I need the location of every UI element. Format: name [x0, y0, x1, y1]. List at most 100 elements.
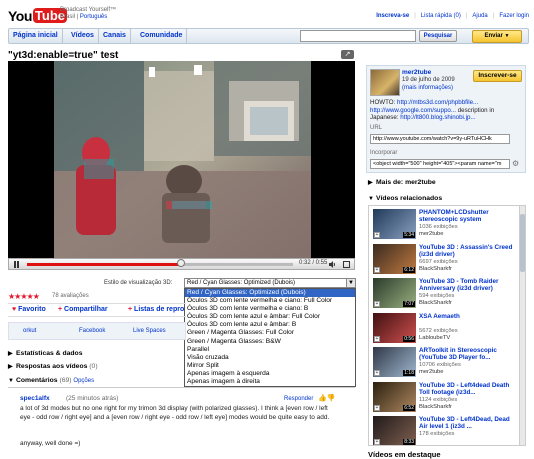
- reply-link[interactable]: Responder: [284, 396, 313, 402]
- scrollbar[interactable]: [519, 206, 525, 445]
- 3d-style-select[interactable]: Red / Cyan Glasses: Optimized (Dubois) ▼: [184, 278, 356, 288]
- dropdown-option[interactable]: Green / Magenta Glasses: B&W: [185, 338, 355, 346]
- desc-link-2[interactable]: http://www.google.com/suppo...: [370, 107, 456, 114]
- desc-link-1[interactable]: http://mtbs3d.com/phpbbfile...: [397, 99, 478, 106]
- progress-bar[interactable]: [27, 263, 293, 266]
- scrollbar-thumb[interactable]: [520, 214, 525, 272]
- chevron-down-icon[interactable]: ▼: [346, 279, 355, 287]
- rating-count: 78 avaliações: [52, 293, 89, 299]
- related-video-item[interactable]: +6:52 YouTube 3D - Left4dead Death Toll f…: [369, 379, 519, 413]
- related-video-item[interactable]: +0:56 XSA Aemaeth 5672 exibições LabloubeTV: [369, 310, 519, 344]
- add-to-quicklist-icon[interactable]: +: [374, 404, 380, 411]
- 3d-style-label: Estilo de visualização 3D:: [104, 280, 173, 286]
- help-link[interactable]: Ajuda: [472, 13, 487, 19]
- comments-section[interactable]: ▼ Comentários (69) Opções: [8, 377, 355, 384]
- related-video-title[interactable]: YouTube 3D - Tomb Raider Anniversary (iz…: [419, 278, 517, 292]
- tab-community[interactable]: Comunidade: [136, 29, 188, 43]
- related-video-item[interactable]: +7:07 YouTube 3D - Tomb Raider Anniversar…: [369, 275, 519, 309]
- gear-icon[interactable]: ⚙: [512, 159, 522, 169]
- related-video-item[interactable]: +1:18 ARToolkit in Stereoscopic (YouTube …: [369, 344, 519, 378]
- related-video-user[interactable]: mer2tube: [419, 231, 444, 237]
- tagline: Broadcast Yourself™: [60, 7, 117, 13]
- share-button[interactable]: + Compartilhar: [58, 306, 108, 313]
- more-from-section[interactable]: ▶ Mais de: mer2tube: [368, 179, 436, 186]
- related-video-user[interactable]: BlackSharkfr: [419, 300, 452, 306]
- related-video-title[interactable]: XSA Aemaeth: [419, 313, 517, 320]
- responses-section[interactable]: ▶ Respostas aos vídeos (0): [8, 363, 98, 370]
- dropdown-option[interactable]: Visão cruzada: [185, 354, 355, 362]
- video-thumbnail[interactable]: +0:56: [373, 312, 416, 343]
- plus-icon: +: [58, 306, 63, 313]
- related-video-item[interactable]: +6:12 YouTube 3D : Assassin's Creed (iz3d…: [369, 241, 519, 275]
- desc-link-3[interactable]: http://lt800.blog.shinobi.jp...: [400, 114, 475, 121]
- add-to-quicklist-icon[interactable]: +: [374, 370, 380, 376]
- video-thumbnail[interactable]: +6:52: [373, 381, 416, 412]
- youtube-logo[interactable]: You Tube: [8, 6, 67, 25]
- expand-icon[interactable]: ↗: [341, 50, 354, 59]
- playlist-button[interactable]: + Listas de repro: [128, 306, 184, 313]
- volume-icon[interactable]: [329, 261, 336, 268]
- channel-name[interactable]: mer2tube: [402, 69, 431, 76]
- video-thumbnail[interactable]: +5:34: [373, 209, 416, 239]
- dropdown-option[interactable]: Green / Magenta Glasses: Full Color: [185, 329, 355, 337]
- embed-field[interactable]: <object width="500" height="405"><param …: [370, 159, 510, 169]
- dropdown-option[interactable]: Red / Cyan Glasses: Optimized (Dubois): [185, 289, 355, 298]
- comment-author[interactable]: spec1alfx: [20, 395, 50, 402]
- related-video-title[interactable]: YouTube 3D - Left4dead Death Toll footag…: [419, 382, 517, 396]
- search-button[interactable]: Pesquisar: [419, 30, 457, 42]
- login-link[interactable]: Fazer login: [499, 13, 529, 19]
- related-video-title[interactable]: PHANTOM+LCDshutter stereoscopic system: [419, 209, 517, 223]
- related-video-item[interactable]: +8:33 YouTube 3D - Left4Dead, Dead Air le…: [369, 413, 519, 445]
- related-section[interactable]: ▼ Vídeos relacionados: [368, 195, 442, 202]
- stats-section[interactable]: ▶ Estatísticas & dados: [8, 350, 82, 357]
- thumbs-down-icon[interactable]: 👎: [327, 395, 336, 402]
- add-to-quicklist-icon[interactable]: +: [374, 439, 380, 445]
- video-thumbnail[interactable]: +6:12: [373, 243, 416, 274]
- share-facebook[interactable]: Facebook: [79, 328, 105, 334]
- related-video-title[interactable]: ARToolkit in Stereoscopic (YouTube 3D Pl…: [419, 347, 517, 361]
- share-live-spaces[interactable]: Live Spaces: [133, 328, 166, 334]
- video-thumbnail[interactable]: +7:07: [373, 278, 416, 308]
- utility-links: Inscreva-se | Lista rápida (0) | Ajuda | Fa…: [376, 13, 529, 19]
- comment-options-link[interactable]: Opções: [73, 378, 94, 384]
- url-field[interactable]: http://www.youtube.com/watch?v=9y-uRTuHC…: [370, 134, 510, 144]
- related-video-user[interactable]: BlackSharkfr: [419, 404, 452, 410]
- more-info-link[interactable]: (mais informações): [402, 85, 453, 91]
- dropdown-option[interactable]: Óculos 3D com lente azul e âmbar: B: [185, 321, 355, 329]
- quicklist-link[interactable]: Lista rápida (0): [421, 13, 461, 19]
- search-input[interactable]: [300, 30, 416, 42]
- add-to-quicklist-icon[interactable]: +: [374, 335, 380, 342]
- rating-stars[interactable]: ★★★★★: [8, 292, 40, 301]
- add-to-quicklist-icon[interactable]: +: [374, 232, 380, 238]
- related-video-item[interactable]: +5:34 PHANTOM+LCDshutter stereoscopic sys…: [369, 206, 519, 240]
- related-video-title[interactable]: YouTube 3D - Left4Dead, Dead Air level 1…: [419, 416, 517, 430]
- dropdown-option[interactable]: Parallel: [185, 346, 355, 354]
- video-frame[interactable]: [54, 61, 311, 258]
- thumbs-up-icon[interactable]: 👍: [318, 395, 327, 402]
- fullscreen-icon[interactable]: [343, 261, 350, 268]
- pause-icon[interactable]: [13, 261, 20, 268]
- related-video-user[interactable]: mer2tube: [419, 369, 444, 375]
- tab-videos[interactable]: Vídeos: [67, 29, 99, 43]
- upload-button[interactable]: Enviar ▼: [472, 30, 522, 43]
- tab-channels[interactable]: Canais: [99, 29, 131, 43]
- dropdown-option[interactable]: Mirror Split: [185, 362, 355, 370]
- favorite-button[interactable]: ♥ Favorito: [12, 306, 46, 313]
- related-video-title[interactable]: YouTube 3D : Assassin's Creed (iz3d driv…: [419, 244, 517, 258]
- subscribe-button[interactable]: Inscrever-se: [473, 70, 522, 82]
- dropdown-option[interactable]: Óculos 3D com lente vermelha e ciano: Fu…: [185, 297, 355, 305]
- related-video-views: 1124 exibições: [419, 396, 458, 403]
- tab-home[interactable]: Página inicial: [9, 29, 63, 43]
- video-thumbnail[interactable]: +1:18: [373, 347, 416, 377]
- add-to-quicklist-icon[interactable]: +: [374, 301, 380, 307]
- add-to-quicklist-icon[interactable]: +: [374, 266, 380, 273]
- progress-fill: [27, 263, 182, 266]
- related-video-user[interactable]: BlackSharkfr: [419, 266, 452, 272]
- video-player[interactable]: [8, 61, 355, 258]
- share-orkut[interactable]: orkut: [23, 328, 36, 334]
- signup-link[interactable]: Inscreva-se: [376, 13, 409, 19]
- language-link[interactable]: Português: [80, 14, 107, 20]
- video-thumbnail[interactable]: +8:33: [373, 416, 416, 445]
- related-video-user[interactable]: LabloubeTV: [419, 335, 450, 341]
- channel-avatar[interactable]: [370, 69, 400, 96]
